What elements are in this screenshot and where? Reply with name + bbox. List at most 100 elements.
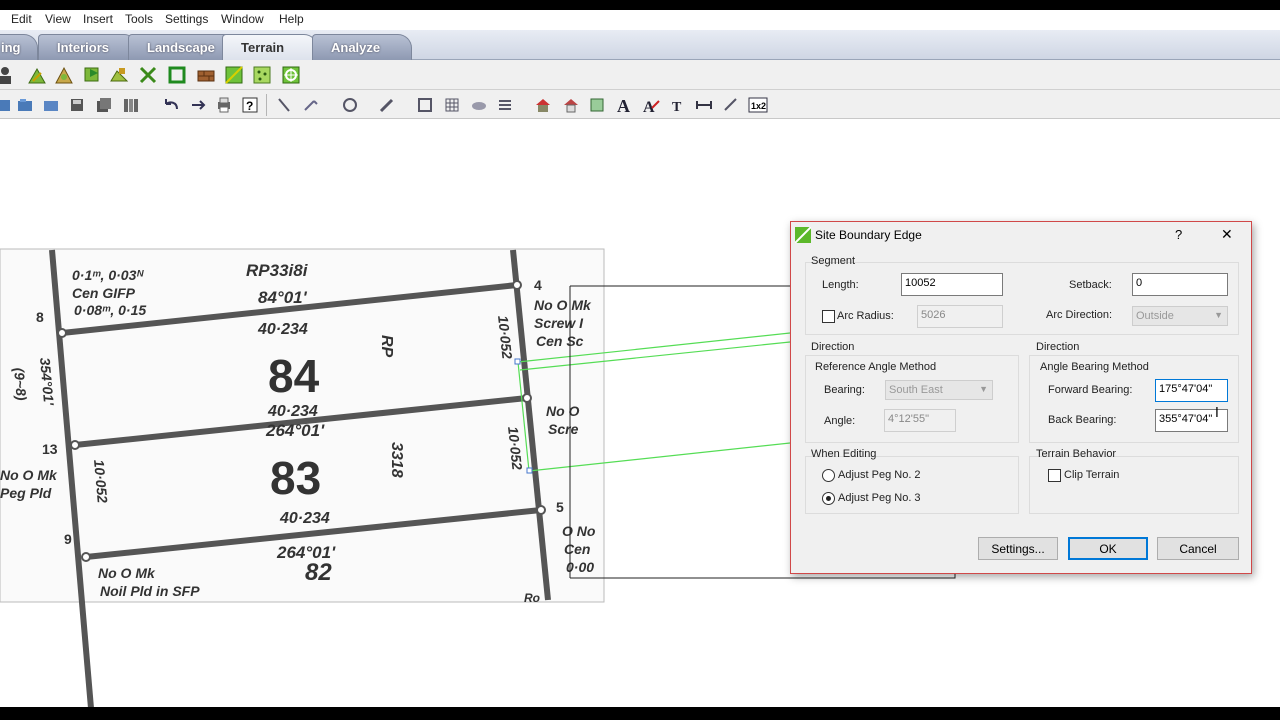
save-all-icon[interactable] <box>93 94 115 116</box>
house-view-icon[interactable] <box>532 94 554 116</box>
no-mark-text-1: No O Mk <box>98 565 156 581</box>
tab-interiors[interactable]: Interiors <box>38 34 138 60</box>
bearing-select[interactable]: South East ▼ <box>885 380 993 400</box>
clip-terrain-checkbox[interactable] <box>1048 469 1061 482</box>
svg-text:1x2: 1x2 <box>751 101 766 111</box>
ro-text: Ro <box>524 591 540 605</box>
adjust-peg-2-label: Adjust Peg No. 2 <box>838 469 921 481</box>
help-button[interactable]: ? <box>1175 227 1182 242</box>
render-icon[interactable] <box>586 94 608 116</box>
rp-label: RP <box>378 335 395 358</box>
terrain-hill-icon[interactable] <box>53 64 75 86</box>
arc-direction-select[interactable]: Outside ▼ <box>1132 306 1228 326</box>
help-icon[interactable]: ? <box>239 94 261 116</box>
terrain-path-icon[interactable] <box>26 64 48 86</box>
no-o-mk-left-text: No O Mk <box>0 467 58 483</box>
dimension-icon[interactable] <box>693 94 715 116</box>
setback-input[interactable]: 0 <box>1132 273 1228 296</box>
menu-edit[interactable]: Edit <box>11 12 32 26</box>
clip-terrain-label: Clip Terrain <box>1064 469 1120 481</box>
menu-window[interactable]: Window <box>221 12 264 26</box>
text-style-icon[interactable]: A <box>640 94 662 116</box>
pencil-icon[interactable] <box>376 94 398 116</box>
length-label: Length: <box>822 279 859 291</box>
terrain-dots-icon[interactable] <box>251 64 273 86</box>
screw-text: Screw I <box>534 315 584 331</box>
length-text-2: 40·234 <box>267 403 318 420</box>
length-text-3: 40·234 <box>279 510 330 527</box>
bearing-text-1: 84°01' <box>258 288 308 307</box>
elevation-icon[interactable] <box>560 94 582 116</box>
terrain-feature-icon[interactable] <box>108 64 130 86</box>
peg-8-label: 8 <box>36 309 44 325</box>
peg-4-label: 4 <box>534 277 542 293</box>
angle-input[interactable]: 4°12'55" <box>884 409 956 432</box>
close-icon[interactable]: ✕ <box>1221 226 1233 243</box>
retaining-wall-icon[interactable] <box>195 64 217 86</box>
svg-text:T: T <box>672 100 682 114</box>
ok-button[interactable]: OK <box>1068 537 1148 560</box>
arc-radius-input[interactable]: 5026 <box>917 305 1003 328</box>
cen-text-a: 0·1ᵐ, 0·03ᴺ <box>72 267 144 283</box>
menu-settings[interactable]: Settings <box>165 12 208 26</box>
library-icon[interactable] <box>120 94 142 116</box>
menu-view[interactable]: View <box>45 12 71 26</box>
lot-82-label: 82 <box>305 559 332 586</box>
terrain-flag-icon[interactable] <box>81 64 103 86</box>
rotate-icon[interactable] <box>339 94 361 116</box>
label-icon[interactable]: T <box>667 94 689 116</box>
terrain-split-icon[interactable] <box>137 64 159 86</box>
folder-icon[interactable] <box>40 94 62 116</box>
no-mark-text-2: No O Mk <box>534 297 592 313</box>
terrain-toolbar <box>0 60 1280 90</box>
menu-insert[interactable]: Insert <box>83 12 113 26</box>
undo-icon[interactable] <box>160 94 182 116</box>
scale-1x2-icon[interactable]: 1x2 <box>747 94 769 116</box>
dimension-edit-icon[interactable] <box>720 94 742 116</box>
bearing-value: South East <box>889 384 943 396</box>
cancel-button[interactable]: Cancel <box>1157 537 1239 560</box>
cen-sc-text: Cen Sc <box>536 333 584 349</box>
open-folder-icon[interactable] <box>14 94 36 116</box>
forward-bearing-input[interactable]: 175°47'04" <box>1155 379 1228 402</box>
forward-bearing-label: Forward Bearing: <box>1048 384 1133 396</box>
window-icon[interactable] <box>414 94 436 116</box>
o-no-text: O No <box>562 523 596 539</box>
cloud-icon[interactable] <box>468 94 490 116</box>
save-icon[interactable] <box>66 94 88 116</box>
tab-building[interactable]: ing <box>0 34 38 60</box>
terrain-target-icon[interactable] <box>280 64 302 86</box>
length-input[interactable]: 10052 <box>901 273 1003 296</box>
person-tool-icon[interactable] <box>0 64 14 86</box>
lot-83-label: 83 <box>270 452 321 504</box>
select-icon[interactable] <box>273 94 295 116</box>
arc-radius-label: Arc Radius: <box>837 310 894 322</box>
lot-84-label: 84 <box>268 350 320 402</box>
adjust-peg-3-radio[interactable] <box>822 492 835 505</box>
tab-analyze[interactable]: Analyze <box>312 34 412 60</box>
peg-13-label: 13 <box>42 441 58 457</box>
menu-tools[interactable]: Tools <box>125 12 153 26</box>
print-icon[interactable] <box>213 94 235 116</box>
settings-button[interactable]: Settings... <box>978 537 1058 560</box>
rp-number: RP33i8i <box>246 261 309 280</box>
rect-label: 3318 <box>388 442 405 478</box>
grid-icon[interactable] <box>441 94 463 116</box>
setback-label: Setback: <box>1069 279 1112 291</box>
screen-top-edge <box>0 0 1280 10</box>
cen-text-b: Cen GIFP <box>72 285 136 301</box>
direction-label-left: Direction <box>811 341 855 353</box>
toolbar-separator <box>266 94 267 116</box>
chevron-down-icon: ▼ <box>979 384 988 394</box>
tab-terrain[interactable]: Terrain <box>222 34 318 60</box>
edit-tool-icon[interactable] <box>300 94 322 116</box>
new-icon[interactable] <box>0 94 14 116</box>
text-icon[interactable]: A <box>613 94 635 116</box>
terrain-region-icon[interactable] <box>223 64 245 86</box>
site-boundary-icon[interactable] <box>166 64 188 86</box>
menu-help[interactable]: Help <box>279 12 304 26</box>
layers-icon[interactable] <box>494 94 516 116</box>
redo-icon[interactable] <box>187 94 209 116</box>
arc-radius-checkbox[interactable] <box>822 310 835 323</box>
adjust-peg-2-radio[interactable] <box>822 469 835 482</box>
